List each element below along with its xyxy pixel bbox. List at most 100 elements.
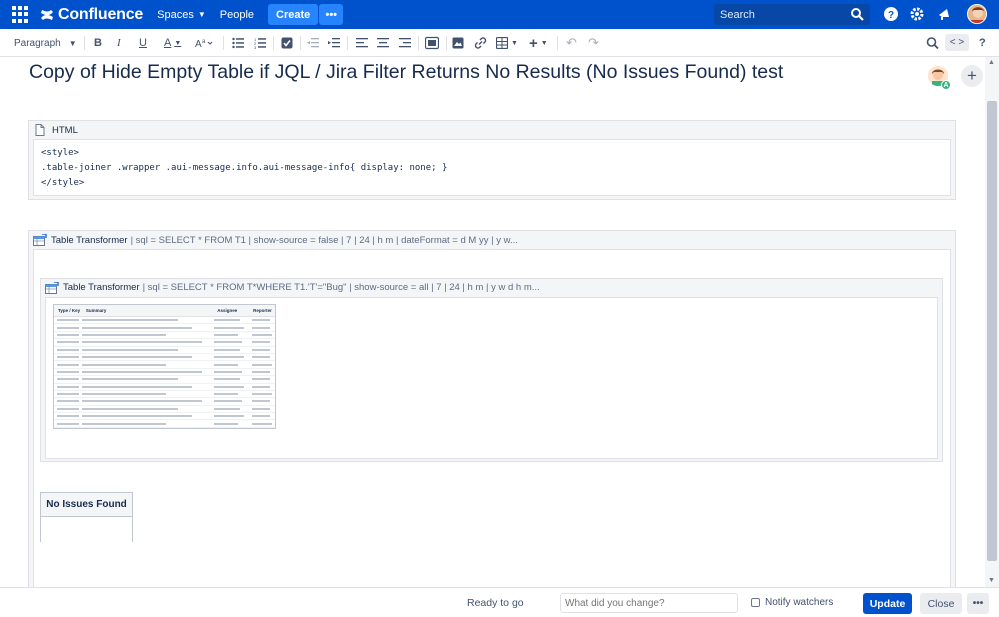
page-title[interactable]: Copy of Hide Empty Table if JQL / Jira F… [29, 61, 783, 84]
align-center-icon[interactable] [377, 35, 389, 51]
bold-button[interactable]: B [94, 35, 102, 51]
align-left-icon[interactable] [356, 35, 368, 51]
table-transformer-outer-header: Table Transformer | sql = SELECT * FROM … [33, 231, 955, 249]
jira-table-row [54, 347, 275, 354]
html-macro-body[interactable]: <style> .table-joiner .wrapper .aui-mess… [33, 139, 951, 196]
jira-table-row [54, 317, 275, 325]
jira-table-cell [82, 400, 202, 403]
jira-table-row [54, 428, 275, 429]
html-macro-header: HTML [35, 121, 955, 139]
jira-table-cell [252, 422, 272, 425]
numbered-list-icon[interactable]: 123 [254, 35, 266, 51]
jira-table-cell [82, 415, 192, 418]
jira-table-row [54, 376, 275, 384]
jira-table-rows [54, 317, 275, 429]
task-checkbox-icon[interactable] [281, 35, 293, 51]
jira-table-cell [214, 370, 242, 373]
toolbar-divider [273, 36, 274, 50]
no-issues-found-empty-cell[interactable] [41, 517, 132, 542]
text-color-button[interactable]: A ▼ [164, 35, 181, 51]
confluence-logo[interactable]: Confluence [40, 6, 143, 24]
jira-table-row [54, 398, 275, 406]
insert-table-button[interactable]: ▼ [496, 35, 518, 51]
user-avatar[interactable] [967, 4, 987, 24]
jira-table-header: Type / Key Summary Assignee Reporter [54, 305, 275, 317]
help-icon[interactable]: ? [883, 6, 899, 22]
source-code-toggle[interactable]: < > [945, 34, 969, 51]
insert-more-button[interactable]: + ▼ [529, 34, 548, 52]
find-replace-icon[interactable] [926, 35, 939, 51]
bullet-list-icon[interactable] [232, 35, 244, 51]
search-input[interactable]: Search [714, 4, 870, 25]
undo-icon[interactable]: ↶ [566, 35, 577, 51]
table-icon [496, 37, 508, 49]
paragraph-style-dropdown[interactable]: Paragraph ▼ [14, 35, 77, 51]
jira-table-cell [82, 407, 178, 410]
indent-icon[interactable] [328, 35, 340, 51]
jira-table-cell [57, 333, 79, 336]
html-macro-name: HTML [52, 124, 78, 136]
html-macro[interactable]: HTML <style> .table-joiner .wrapper .aui… [28, 120, 956, 200]
vertical-scrollbar[interactable]: ▲ ▼ [985, 57, 999, 587]
change-description-input[interactable] [560, 593, 738, 613]
jira-table-cell [252, 326, 270, 329]
search-placeholder: Search [720, 8, 755, 21]
spaces-menu[interactable]: Spaces ▼ [157, 9, 206, 21]
people-link[interactable]: People [220, 9, 254, 21]
jira-table-cell [214, 422, 238, 425]
jira-table-row [54, 332, 275, 340]
help-button[interactable]: ? [979, 35, 986, 51]
chevron-down-icon: ▼ [511, 39, 518, 47]
italic-button[interactable]: I [117, 35, 121, 51]
notify-watchers-option[interactable]: Notify watchers [751, 597, 833, 608]
insert-link-icon[interactable] [474, 35, 487, 51]
toolbar-divider [347, 36, 348, 50]
jira-table-cell [82, 378, 178, 381]
create-button[interactable]: Create [268, 4, 319, 25]
underline-button[interactable]: U [139, 35, 147, 51]
align-right-icon[interactable] [399, 35, 411, 51]
notifications-megaphone-icon[interactable] [936, 6, 952, 22]
jira-table-row [54, 354, 275, 362]
app-switcher-icon[interactable] [12, 5, 30, 24]
outdent-icon[interactable] [307, 35, 319, 51]
html-macro-code[interactable]: <style> .table-joiner .wrapper .aui-mess… [41, 146, 943, 191]
create-more-button[interactable]: ••• [319, 4, 344, 25]
text-formatting-icon: Aa [195, 39, 213, 49]
jira-issues-table-preview[interactable]: Type / Key Summary Assignee Reporter [53, 304, 276, 429]
close-button[interactable]: Close [920, 593, 962, 614]
jira-table-cell [252, 400, 270, 403]
jira-table-row [54, 361, 275, 369]
jira-table-cell [57, 363, 79, 366]
jira-table-cell [82, 341, 202, 344]
editor-toolbar: Paragraph ▼ B I U A ▼ Aa 123 ▼ + ▼ ↶ ↷ <… [0, 29, 999, 57]
toolbar-divider [84, 36, 85, 50]
editor-content[interactable]: Copy of Hide Empty Table if JQL / Jira F… [0, 57, 985, 587]
more-formatting-button[interactable]: Aa [195, 35, 213, 51]
jira-table-cell [214, 319, 240, 322]
toolbar-divider [418, 36, 419, 50]
jira-col-type-key: Type / Key [58, 308, 81, 313]
plus-icon: + [529, 34, 538, 52]
toolbar-divider [300, 36, 301, 50]
no-issues-found-header[interactable]: No Issues Found [41, 493, 132, 517]
jira-table-cell [252, 341, 270, 344]
jira-table-cell [82, 422, 166, 425]
settings-gear-icon[interactable] [909, 6, 925, 22]
save-status: Ready to go [467, 597, 524, 609]
page-layout-icon[interactable] [425, 35, 439, 51]
svg-text:?: ? [888, 10, 894, 21]
jira-table-cell [252, 415, 270, 418]
no-issues-found-table[interactable]: No Issues Found [40, 492, 133, 542]
table-transformer-inner-params: | sql = SELECT * FROM T*WHERE T1.'T'="Bu… [142, 282, 540, 293]
redo-icon[interactable]: ↷ [588, 35, 599, 51]
scroll-down-arrow-icon[interactable]: ▼ [988, 577, 995, 584]
scrollbar-thumb[interactable] [987, 101, 997, 561]
more-actions-button[interactable]: ••• [967, 593, 989, 614]
notify-watchers-checkbox[interactable] [751, 598, 760, 607]
add-collaborator-plus-icon[interactable]: + [961, 65, 983, 87]
jira-table-cell [82, 319, 178, 322]
update-button[interactable]: Update [863, 593, 912, 614]
insert-image-icon[interactable] [452, 35, 464, 51]
scroll-up-arrow-icon[interactable]: ▲ [988, 59, 995, 66]
